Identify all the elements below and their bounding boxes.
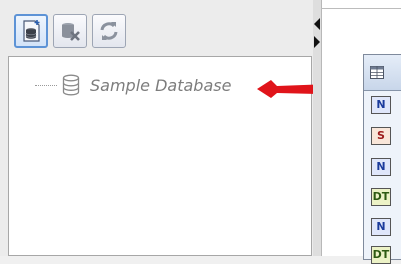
field-type-badge: N <box>371 158 391 176</box>
field-type-badge: N <box>371 218 391 236</box>
refresh-icon <box>100 22 118 40</box>
field-type-badge: N <box>371 96 391 114</box>
field-type-badge: S <box>371 127 391 145</box>
database-icon <box>62 74 80 96</box>
collapse-left-arrow-icon[interactable] <box>314 18 320 30</box>
refresh-button[interactable] <box>92 14 126 48</box>
add-database-button[interactable] <box>14 14 48 48</box>
field-type-badge: DT <box>371 188 391 206</box>
tree-connector <box>35 84 57 86</box>
remove-database-icon <box>62 23 80 41</box>
explorer-toolbar <box>14 14 126 54</box>
table-grid-icon <box>370 66 384 79</box>
canvas-ruler <box>321 8 401 9</box>
tree-item-label: Sample Database <box>90 75 232 95</box>
tree-item-sample-database[interactable]: Sample Database <box>35 74 231 96</box>
database-explorer-panel: Sample Database <box>0 0 313 256</box>
expand-right-arrow-icon[interactable] <box>314 36 320 48</box>
add-database-icon <box>23 20 40 42</box>
table-entity-header[interactable] <box>364 55 401 91</box>
remove-database-button[interactable] <box>53 14 87 48</box>
field-type-badge: DT <box>371 246 391 264</box>
